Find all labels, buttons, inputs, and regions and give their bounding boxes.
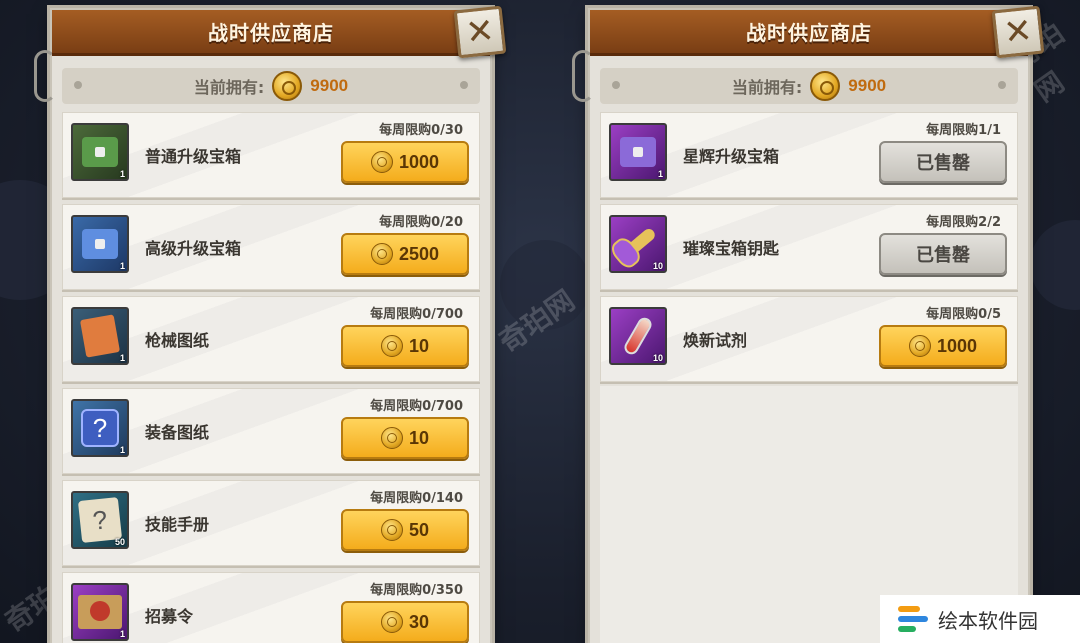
item-name: 普通升级宝箱 [145, 147, 242, 166]
item-name: 招募令 [145, 607, 194, 626]
item-name: 高级升级宝箱 [145, 239, 242, 258]
shop-item: 1 星辉升级宝箱 每周限购1/1 已售罄 [600, 112, 1018, 198]
shop-header: 战时供应商店 [590, 10, 1028, 56]
coin-icon [810, 71, 841, 101]
shop-item: 1 招募令 每周限购0/350 30 [62, 572, 480, 643]
background-blob [1030, 220, 1080, 310]
currency-label: 当前拥有: [193, 78, 265, 97]
item-limit: 每周限购0/20 [379, 215, 463, 230]
shop-item: ? 1 装备图纸 每周限购0/700 10 [62, 388, 480, 474]
close-icon: ✕ [463, 10, 497, 54]
shop-item: 1 普通升级宝箱 每周限购0/30 1000 [62, 112, 480, 198]
item-limit: 每周限购0/700 [370, 307, 463, 322]
blue-chest-icon: 1 [71, 215, 129, 273]
coin-icon [380, 611, 403, 633]
shop-item-list: 1 普通升级宝箱 每周限购0/30 1000 1 高级升级宝箱 每周限购0/20… [62, 112, 480, 643]
question-paper-icon: ? 50 [71, 491, 129, 549]
buy-button[interactable]: 10 [341, 417, 469, 459]
currency-label: 当前拥有: [731, 78, 803, 97]
currency-amount: 9900 [848, 76, 887, 95]
recruit-order-icon: 1 [71, 583, 129, 641]
item-name: 技能手册 [145, 515, 210, 534]
item-limit: 每周限购0/30 [379, 123, 463, 138]
buy-button[interactable]: 2500 [341, 233, 469, 275]
coin-icon [380, 335, 403, 357]
buy-button[interactable]: 50 [341, 509, 469, 551]
key-icon: 10 [609, 215, 667, 273]
shop-title: 战时供应商店 [746, 21, 872, 45]
sold-out-button[interactable]: 已售罄 [879, 141, 1007, 183]
shop-item: ? 50 技能手册 每周限购0/140 50 [62, 480, 480, 566]
brand-name: 绘本软件园 [938, 608, 1038, 633]
shop-panel-right: 战时供应商店 ✕ 当前拥有: 9900 1 星辉升级宝箱 每周限购1/1 已售罄… [572, 5, 1045, 643]
item-limit: 每周限购0/350 [370, 583, 463, 598]
close-button[interactable]: ✕ [453, 5, 507, 59]
purple-chest-icon: 1 [609, 123, 667, 181]
item-name: 枪械图纸 [145, 331, 210, 350]
shop-item: 1 枪械图纸 每周限购0/700 10 [62, 296, 480, 382]
shop-item: 10 焕新试剂 每周限购0/5 1000 [600, 296, 1018, 382]
item-limit: 每周限购0/700 [370, 399, 463, 414]
item-name: 星辉升级宝箱 [683, 147, 780, 166]
close-button[interactable]: ✕ [991, 5, 1045, 59]
sold-out-button[interactable]: 已售罄 [879, 233, 1007, 275]
coin-icon [380, 427, 403, 449]
weapon-blueprint-icon: 1 [71, 307, 129, 365]
green-chest-icon: 1 [71, 123, 129, 181]
coin-icon [380, 519, 403, 541]
brand-watermark: 绘本软件园 [880, 595, 1080, 643]
paper-clip-icon [572, 50, 594, 102]
coin-icon [908, 335, 931, 357]
shop-panel-left: 战时供应商店 ✕ 当前拥有: 9900 1 普通升级宝箱 每周限购0/30 10… [34, 5, 507, 643]
item-limit: 每周限购0/5 [926, 307, 1001, 322]
coin-icon [370, 151, 393, 173]
buy-button[interactable]: 1000 [341, 141, 469, 183]
shop-item: 10 璀璨宝箱钥匙 每周限购2/2 已售罄 [600, 204, 1018, 290]
shop-title: 战时供应商店 [208, 21, 334, 45]
vial-icon: 10 [609, 307, 667, 365]
paper-clip-icon [34, 50, 56, 102]
item-limit: 每周限购1/1 [926, 123, 1001, 138]
close-icon: ✕ [1001, 10, 1035, 54]
question-badge-icon: ? 1 [71, 399, 129, 457]
brand-logo-icon [898, 604, 928, 634]
item-limit: 每周限购2/2 [926, 215, 1001, 230]
item-name: 装备图纸 [145, 423, 210, 442]
item-name: 焕新试剂 [683, 331, 748, 350]
item-name: 璀璨宝箱钥匙 [683, 239, 780, 258]
currency-bar: 当前拥有: 9900 [600, 68, 1018, 104]
item-limit: 每周限购0/140 [370, 491, 463, 506]
buy-button[interactable]: 30 [341, 601, 469, 643]
buy-button[interactable]: 1000 [879, 325, 1007, 367]
shop-item-list: 1 星辉升级宝箱 每周限购1/1 已售罄 10 璀璨宝箱钥匙 每周限购2/2 已… [600, 112, 1018, 388]
coin-icon [272, 71, 303, 101]
currency-amount: 9900 [310, 76, 349, 95]
coin-icon [370, 243, 393, 265]
currency-bar: 当前拥有: 9900 [62, 68, 480, 104]
shop-item: 1 高级升级宝箱 每周限购0/20 2500 [62, 204, 480, 290]
shop-header: 战时供应商店 [52, 10, 490, 56]
buy-button[interactable]: 10 [341, 325, 469, 367]
